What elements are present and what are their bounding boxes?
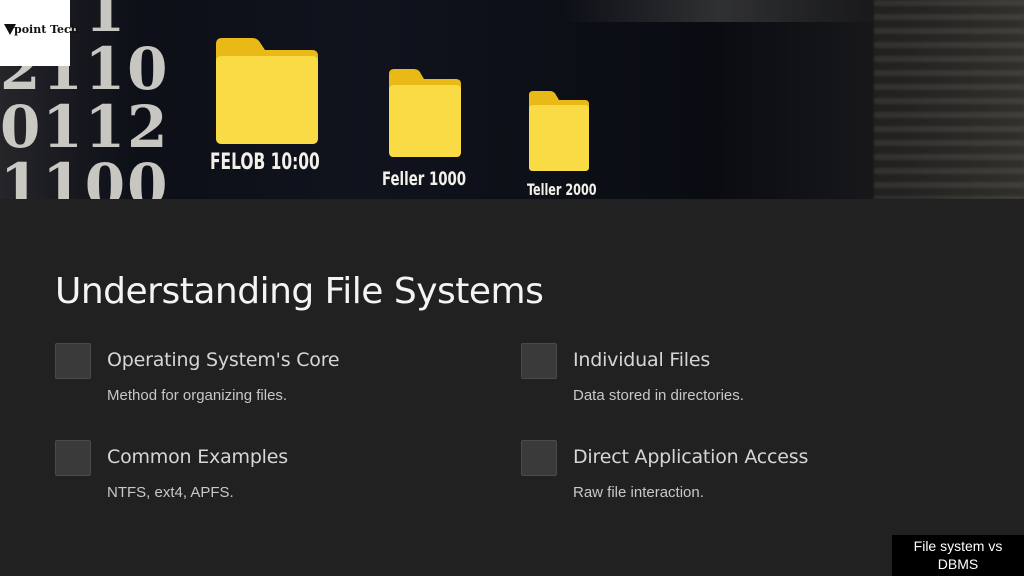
bullet-heading: Operating System's Core <box>107 349 340 371</box>
folder-caption: Teller 2000 <box>527 180 597 199</box>
bullet-description: NTFS, ext4, APFS. <box>107 484 234 501</box>
hero-banner-image: 111 2110 0112 1100 FELOB 10:00 Feller 10… <box>0 0 1024 199</box>
bullet-description: Data stored in directories. <box>573 387 744 404</box>
bullet-item: Direct Application Access Raw file inter… <box>521 440 921 520</box>
hero-screen-glare <box>560 0 880 22</box>
hero-screen-right <box>874 0 1024 199</box>
folder-icon <box>212 34 322 146</box>
folder-caption: FELOB 10:00 <box>210 150 320 175</box>
logo-text: point Tech <box>14 23 79 36</box>
folder-icon <box>386 66 464 160</box>
bullet-heading: Individual Files <box>573 349 711 371</box>
logo: point Tech <box>0 0 79 66</box>
footer-caption-line: DBMS <box>937 556 979 572</box>
folder-icon <box>526 88 592 174</box>
footer-caption-line: File system vs <box>913 538 1003 554</box>
bullet-box-icon <box>55 343 91 379</box>
bullet-box-icon <box>55 440 91 476</box>
bullet-description: Raw file interaction. <box>573 484 704 501</box>
bullet-item: Common Examples NTFS, ext4, APFS. <box>55 440 455 520</box>
folder-caption: Feller 1000 <box>382 168 467 190</box>
footer-caption: File system vs DBMS <box>892 535 1024 576</box>
slide: 111 2110 0112 1100 FELOB 10:00 Feller 10… <box>0 0 1024 576</box>
slide-title: Understanding File Systems <box>55 271 544 312</box>
bullet-item: Individual Files Data stored in director… <box>521 343 921 423</box>
digit-row: 1100 <box>0 151 170 199</box>
bullet-heading: Common Examples <box>107 446 288 468</box>
digit-row: 0112 <box>0 93 170 161</box>
bullet-box-icon <box>521 440 557 476</box>
bullet-box-icon <box>521 343 557 379</box>
bullet-description: Method for organizing files. <box>107 387 288 404</box>
bullet-heading: Direct Application Access <box>573 446 809 468</box>
bullet-item: Operating System's Core Method for organ… <box>55 343 455 423</box>
